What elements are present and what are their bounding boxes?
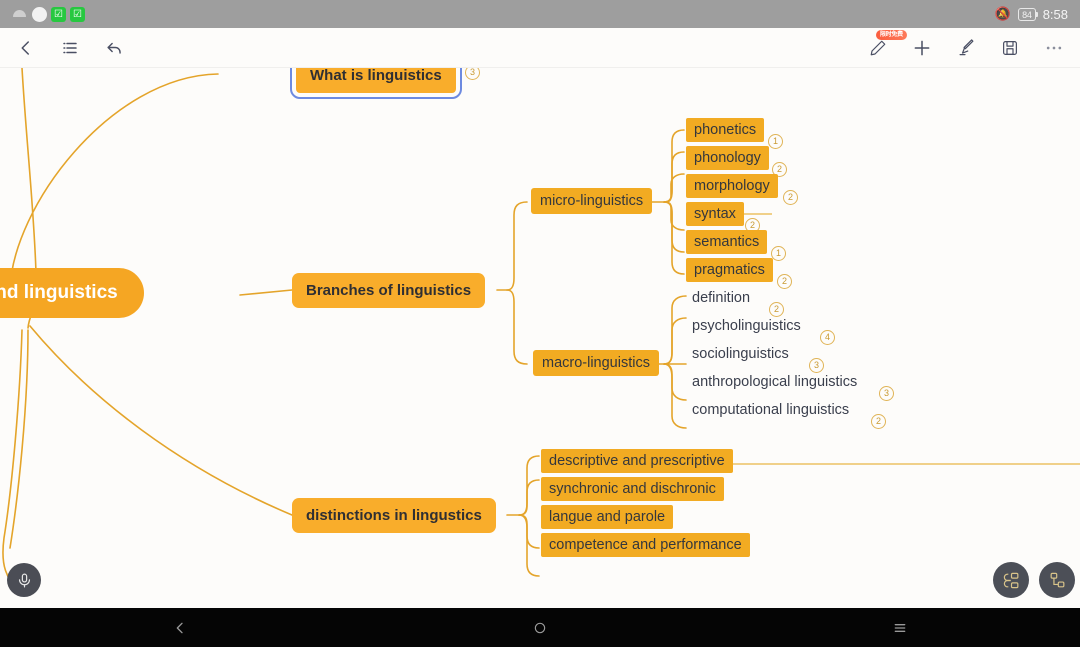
more-options-button[interactable] — [1042, 36, 1066, 60]
node-synchronic-and-dischronic[interactable]: synchronic and dischronic — [541, 477, 724, 501]
chat-bubble-icon — [32, 6, 47, 22]
toolbar-left-group — [14, 36, 126, 60]
node-pragmatics[interactable]: pragmatics — [686, 258, 773, 282]
node-descriptive-and-prescriptive[interactable]: descriptive and prescriptive — [541, 449, 733, 473]
wechat-icon: ☑ — [51, 6, 66, 22]
outline-view-button[interactable] — [58, 36, 82, 60]
nav-home-button[interactable] — [510, 608, 570, 647]
add-node-button[interactable] — [910, 36, 934, 60]
node-competence-and-performance[interactable]: competence and performance — [541, 533, 750, 557]
node-count-badge: 1 — [771, 246, 786, 261]
node-label: computational linguistics — [692, 402, 850, 418]
node-label: langue and parole — [549, 509, 666, 525]
node-anthropological-linguistics[interactable]: anthropological linguistics — [690, 370, 859, 394]
node-what-is-linguistics[interactable]: What is linguistics — [290, 68, 462, 99]
node-label: semantics — [694, 234, 760, 250]
node-micro-linguistics[interactable]: micro-linguistics — [531, 188, 653, 214]
node-branches-of-linguistics[interactable]: Branches of linguistics — [292, 273, 486, 308]
bell-off-icon: 🔕 — [994, 6, 1012, 21]
voice-input-button[interactable] — [7, 563, 41, 597]
node-morphology[interactable]: morphology — [686, 174, 778, 198]
node-label: micro-linguistics — [540, 193, 644, 209]
node-label: distinctions in lingustics — [306, 507, 482, 524]
node-label: sociolinguistics — [692, 346, 789, 362]
node-label: phonology — [694, 150, 761, 166]
node-label: phonetics — [694, 122, 757, 138]
node-count-badge: 1 — [768, 134, 783, 149]
app-toolbar: 限时免费 — [0, 28, 1080, 68]
nav-back-button[interactable] — [150, 608, 210, 647]
wechat-icon-2: ☑ — [70, 6, 85, 22]
root-node-label: language and linguistics — [0, 282, 118, 303]
mindmap-canvas[interactable]: language and linguistics What is linguis… — [0, 68, 1080, 608]
node-distinctions-in-linguistics[interactable]: distinctions in lingustics — [292, 498, 496, 533]
clock: 8:58 — [1042, 6, 1068, 22]
node-count-badge: 4 — [820, 330, 835, 345]
node-psycholinguistics[interactable]: psycholinguistics — [690, 314, 803, 338]
node-computational-linguistics[interactable]: computational linguistics — [690, 398, 851, 422]
node-definition[interactable]: definition — [690, 286, 752, 310]
layout-balanced-button[interactable] — [993, 562, 1029, 598]
node-label: What is linguistics — [310, 68, 442, 84]
node-label: syntax — [694, 206, 736, 222]
layout-tree-button[interactable] — [1039, 562, 1075, 598]
node-phonology[interactable]: phonology — [686, 146, 769, 170]
android-navigation-bar — [0, 608, 1080, 647]
node-label: synchronic and dischronic — [549, 481, 716, 497]
pen-button[interactable]: 限时免费 — [866, 29, 907, 60]
node-label: psycholinguistics — [692, 318, 801, 334]
node-label: definition — [692, 290, 751, 306]
status-bar-system: 🔕 84 8:58 — [995, 6, 1068, 22]
node-count-badge: 2 — [777, 274, 792, 289]
highlighter-button[interactable] — [954, 36, 978, 60]
node-semantics[interactable]: semantics — [686, 230, 768, 254]
status-bar: ☑ ☑ 🔕 84 8:58 — [0, 0, 1080, 28]
node-label: competence and performance — [549, 537, 742, 553]
wifi-icon — [12, 8, 28, 21]
node-sociolinguistics[interactable]: sociolinguistics — [690, 342, 791, 366]
mindmap-root-node[interactable]: language and linguistics — [0, 268, 144, 318]
save-button[interactable] — [998, 36, 1022, 60]
node-phonetics[interactable]: phonetics — [686, 118, 765, 142]
node-label: macro-linguistics — [542, 355, 650, 371]
tablet-screen: ☑ ☑ 🔕 84 8:58 限时免费 nd linguistics What i… — [0, 0, 1080, 647]
undo-button[interactable] — [102, 36, 126, 60]
node-label: morphology — [694, 178, 770, 194]
node-macro-linguistics[interactable]: macro-linguistics — [533, 350, 659, 376]
node-count-badge: 2 — [783, 190, 798, 205]
node-label: descriptive and prescriptive — [549, 453, 725, 469]
node-label: pragmatics — [694, 262, 765, 278]
toolbar-right-group: 限时免费 — [866, 29, 1066, 60]
battery-indicator: 84 — [1018, 7, 1038, 21]
back-button[interactable] — [14, 36, 38, 60]
node-syntax[interactable]: syntax — [686, 202, 744, 226]
node-label: anthropological linguistics — [692, 374, 858, 390]
status-bar-app-icons: ☑ ☑ — [12, 6, 85, 22]
nav-recents-button[interactable] — [870, 608, 930, 647]
node-count-badge: 2 — [871, 414, 886, 429]
node-count-badge: 3 — [879, 386, 894, 401]
mindmap-connectors — [2, 68, 1080, 589]
node-label: Branches of linguistics — [306, 282, 472, 299]
node-langue-and-parole[interactable]: langue and parole — [541, 505, 674, 529]
pen-promo-badge: 限时免费 — [876, 29, 907, 40]
